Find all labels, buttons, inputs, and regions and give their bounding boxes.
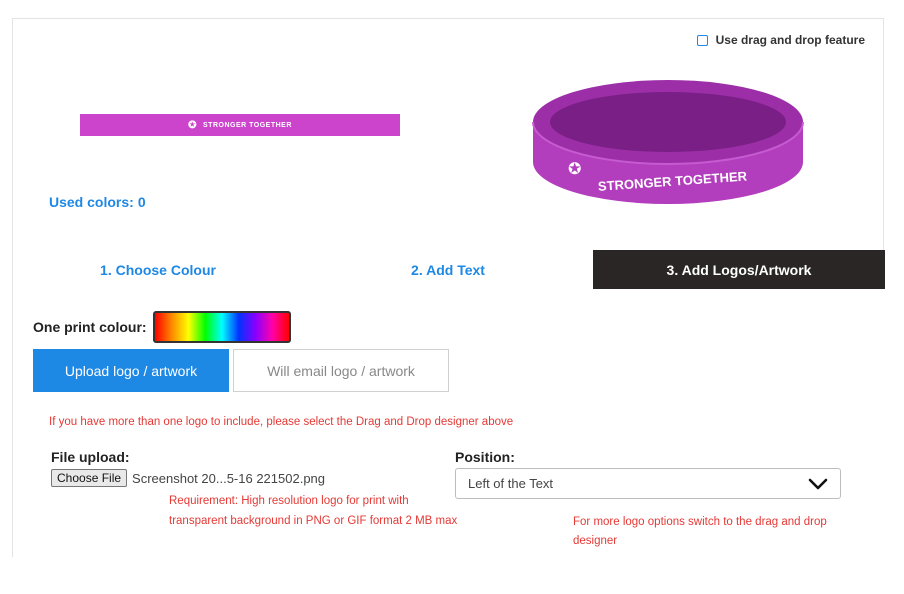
position-note: For more logo options switch to the drag… bbox=[573, 516, 827, 547]
used-colors-label: Used colors: bbox=[49, 194, 134, 210]
star-logo-icon: ✪ bbox=[188, 119, 197, 131]
logo-artwork-panel: One print colour: Upload logo / artwork … bbox=[12, 289, 884, 557]
print-colour-swatch[interactable] bbox=[152, 311, 291, 343]
drag-drop-checkbox[interactable] bbox=[696, 34, 708, 46]
tab-add-logos[interactable]: 3. Add Logos/Artwork bbox=[593, 250, 885, 289]
drag-drop-toggle[interactable]: Use drag and drop feature bbox=[696, 33, 865, 47]
file-name: Screenshot 20...5-16 221502.png bbox=[132, 470, 326, 486]
email-artwork-button[interactable]: Will email logo / artwork bbox=[233, 349, 449, 392]
print-colour-label: One print colour: bbox=[33, 319, 147, 335]
used-colors-count: 0 bbox=[137, 194, 146, 210]
artwork-method-buttons: Upload logo / artwork Will email logo / … bbox=[33, 349, 449, 392]
requirement-note: Requirement: High resolution logo for pr… bbox=[169, 495, 458, 527]
upload-artwork-button[interactable]: Upload logo / artwork bbox=[33, 349, 229, 392]
drag-drop-label: Use drag and drop feature bbox=[715, 33, 865, 47]
wristband-3d-preview: ✪ STRONGER TOGETHER bbox=[532, 80, 804, 204]
tab-choose-colour[interactable]: 1. Choose Colour bbox=[13, 250, 303, 289]
wristband-star-icon: ✪ bbox=[568, 161, 581, 178]
flat-band-text: STRONGER TOGETHER bbox=[203, 121, 292, 129]
flat-band-preview: ✪ STRONGER TOGETHER bbox=[80, 114, 400, 136]
multi-logo-note: If you have more than one logo to includ… bbox=[49, 416, 514, 428]
chevron-down-icon bbox=[808, 478, 828, 489]
designer-tabs: 1. Choose Colour 2. Add Text 3. Add Logo… bbox=[12, 250, 885, 289]
position-select[interactable]: Left of the Text bbox=[455, 468, 841, 499]
used-colors: Used colors: 0 bbox=[45, 194, 146, 210]
print-colour-row: One print colour: bbox=[33, 311, 291, 343]
preview-panel: Use drag and drop feature ✪ STRONGER TOG… bbox=[12, 18, 884, 250]
file-upload-row: Choose File Screenshot 20...5-16 221502.… bbox=[51, 469, 325, 487]
position-label: Position: bbox=[455, 449, 515, 465]
file-upload-label: File upload: bbox=[51, 449, 130, 465]
position-value: Left of the Text bbox=[468, 476, 554, 491]
tab-add-text[interactable]: 2. Add Text bbox=[303, 250, 593, 289]
choose-file-button[interactable]: Choose File bbox=[51, 469, 128, 487]
